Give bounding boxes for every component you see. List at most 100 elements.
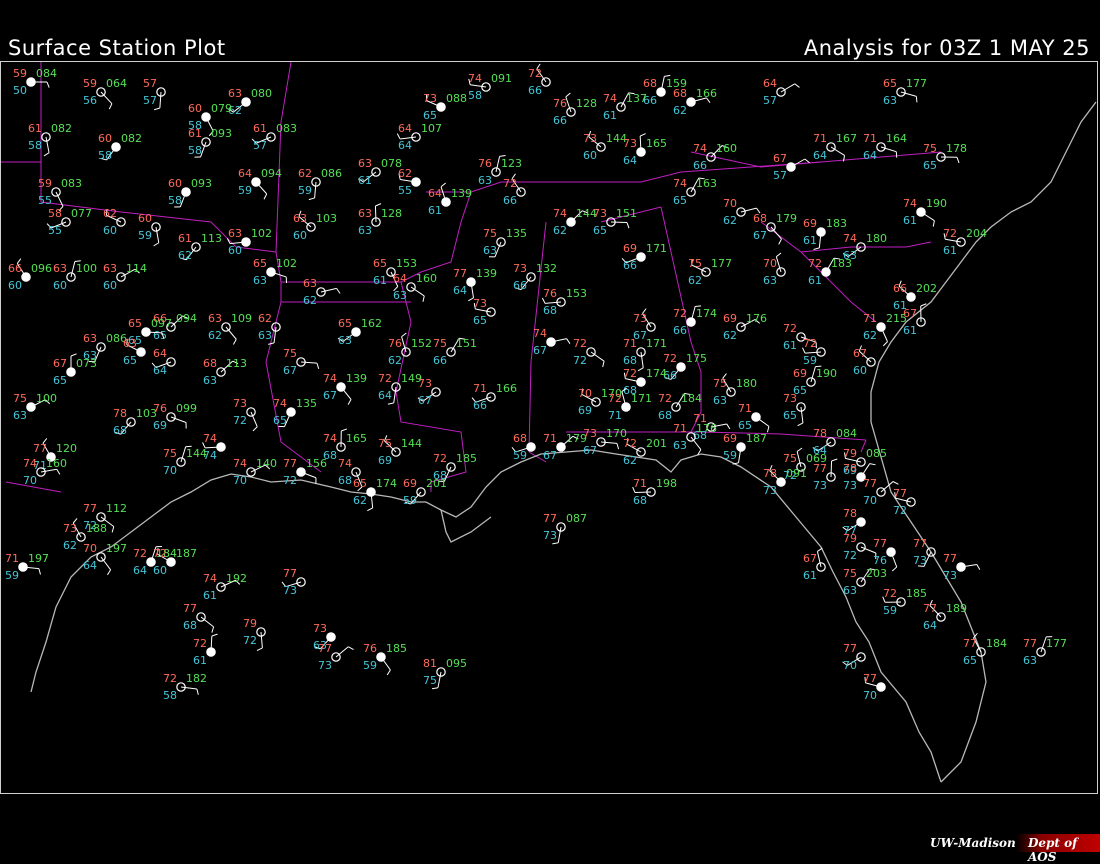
pressure-value: 202 (916, 282, 937, 295)
wind-barb-feather-icon (423, 296, 424, 302)
pressure-value: 185 (456, 452, 477, 465)
station-plot: 6058082 (98, 132, 142, 162)
pressure-value: 197 (28, 552, 49, 565)
pressure-value: 087 (566, 512, 587, 525)
temperature-value: 63 (123, 337, 137, 350)
pressure-value: 086 (321, 167, 342, 180)
dewpoint-value: 60 (53, 279, 67, 292)
dewpoint-value: 63 (393, 289, 407, 302)
station-plot: 6158093 (188, 127, 232, 157)
dewpoint-value: 61 (358, 174, 372, 187)
temperature-value: 72 (808, 257, 822, 270)
dewpoint-value: 66 (673, 324, 687, 337)
temperature-value: 67 (773, 152, 787, 165)
pressure-value: 176 (696, 422, 717, 435)
pressure-value: 103 (316, 212, 337, 225)
station-plot: 6158082 (28, 122, 72, 156)
temperature-value: 71 (673, 422, 687, 435)
station-plot: 6757 (773, 152, 810, 182)
pressure-value: 152 (411, 337, 432, 350)
org-label: UW-Madison (930, 836, 1016, 850)
station-plot: 6660096 (8, 259, 52, 292)
wind-barb-icon (801, 407, 803, 423)
pressure-value: 175 (686, 352, 707, 365)
pressure-value: 144 (186, 447, 207, 460)
station-plot: 6562174 (353, 477, 397, 511)
temperature-value: 77 (863, 672, 877, 685)
temperature-value: 69 (623, 242, 637, 255)
temperature-value: 63 (208, 312, 222, 325)
dewpoint-value: 59 (513, 449, 527, 462)
dewpoint-value: 75 (423, 674, 437, 687)
dewpoint-value: 72 (893, 504, 907, 517)
pressure-value: 201 (426, 477, 447, 490)
dewpoint-value: 66 (513, 279, 527, 292)
station-plot: 7261183 (808, 257, 852, 287)
dewpoint-value: 65 (153, 329, 167, 342)
station-plot: 6362080 (228, 87, 272, 117)
temperature-value: 65 (338, 317, 352, 330)
temperature-value: 74 (273, 397, 287, 410)
temperature-value: 73 (473, 297, 487, 310)
dewpoint-value: 64 (863, 149, 877, 162)
temperature-value: 78 (113, 407, 127, 420)
dewpoint-value: 72 (843, 549, 857, 562)
wind-barb-feather-icon (893, 482, 898, 485)
dewpoint-value: 59 (298, 184, 312, 197)
temperature-value: 71 (633, 477, 647, 490)
station-plot: 5955083 (38, 177, 82, 211)
temperature-value: 71 (5, 552, 19, 565)
temperature-value: 59 (38, 177, 52, 190)
credit-banner: UW-Madison Dept of AOS (924, 834, 1100, 852)
dewpoint-value: 58 (468, 89, 482, 102)
station-plot: 7765184 (963, 633, 1007, 667)
dewpoint-value: 73 (318, 659, 332, 672)
station-plot: 7972 (843, 532, 876, 562)
wind-barb-icon (611, 222, 627, 223)
station-plot: 7972 (243, 617, 265, 651)
temperature-value: 75 (688, 257, 702, 270)
dewpoint-value: 62 (623, 454, 637, 467)
station-plot: 6563162 (338, 317, 382, 347)
wind-barb-icon (394, 387, 396, 403)
temperature-value: 66 (8, 262, 22, 275)
station-plot: 6761 (803, 548, 825, 582)
dewpoint-value: 61 (903, 214, 917, 227)
pressure-value: 163 (696, 177, 717, 190)
station-plot: 7570144 (163, 446, 207, 477)
temperature-value: 59 (13, 67, 27, 80)
temperature-value: 64 (238, 167, 252, 180)
temperature-value: 63 (83, 332, 97, 345)
dewpoint-value: 61 (203, 589, 217, 602)
temperature-value: 75 (378, 437, 392, 450)
station-plot: 7360144 (583, 131, 627, 162)
pressure-value: 176 (746, 312, 767, 325)
pressure-value: 215 (886, 312, 907, 325)
wind-barb-feather-icon (47, 82, 49, 88)
station-plot: 5956064 (83, 77, 127, 109)
dewpoint-value: 55 (398, 184, 412, 197)
station-plot: 6059 (138, 212, 160, 246)
dewpoint-value: 60 (228, 244, 242, 257)
dewpoint-value: 65 (673, 194, 687, 207)
wind-barb-feather-icon (71, 354, 77, 356)
dewpoint-value: 59 (403, 494, 417, 507)
wind-barb-feather-icon (212, 627, 214, 633)
pressure-value: 100 (36, 392, 57, 405)
dewpoint-value: 72 (243, 634, 257, 647)
station-plot: 7461137 (603, 92, 647, 122)
temperature-value: 73 (783, 392, 797, 405)
dewpoint-value: 62 (63, 539, 77, 552)
temperature-value: 60 (188, 102, 202, 115)
temperature-value: 74 (23, 457, 37, 470)
station-plots: 5950084595606457576362080745809172666866… (5, 64, 1067, 702)
dewpoint-value: 61 (193, 654, 207, 667)
temperature-value: 64 (393, 272, 407, 285)
dewpoint-value: 65 (123, 354, 137, 367)
dewpoint-value: 63 (338, 334, 352, 347)
pressure-value: 153 (566, 287, 587, 300)
temperature-value: 73 (233, 397, 247, 410)
temperature-value: 74 (338, 457, 352, 470)
dewpoint-value: 68 (633, 494, 647, 507)
dewpoint-value: 66 (623, 259, 637, 272)
